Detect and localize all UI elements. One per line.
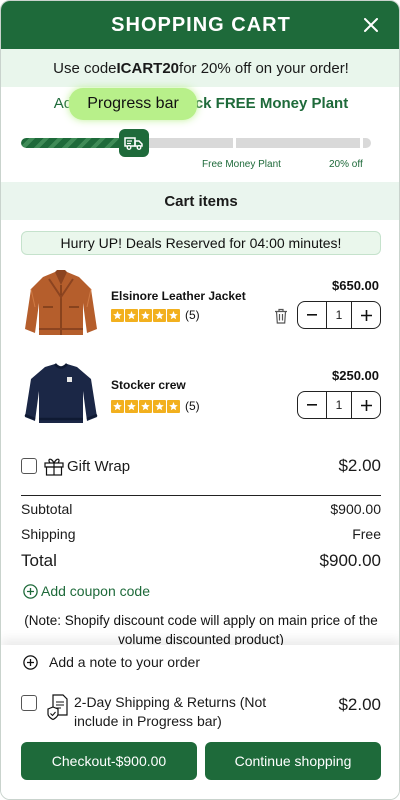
leather-jacket-image[interactable] <box>21 267 101 339</box>
star-icon <box>167 399 180 413</box>
star-icon <box>153 308 166 322</box>
discount-note: (Note: Shopify discount code will apply … <box>24 613 378 645</box>
delivery-truck-icon <box>119 129 149 157</box>
product-price: $250.00 <box>332 368 379 383</box>
cart-items-heading: Cart items <box>1 182 399 220</box>
quantity-stepper: 1 <box>297 391 381 419</box>
star-icon <box>111 399 124 413</box>
shipping-protection-price: $2.00 <box>338 695 381 714</box>
promo-suffix: for 20% off on your order! <box>179 59 349 77</box>
decrease-button[interactable] <box>298 392 326 418</box>
cart-header: SHOPPING CART <box>1 1 399 49</box>
cart-line-item: Elsinore Leather Jacket (5) $650.00 1 <box>1 263 399 343</box>
quantity-value[interactable]: 1 <box>326 392 352 418</box>
gift-wrap-checkbox[interactable] <box>21 458 37 474</box>
navy-sweater-image[interactable] <box>21 357 101 429</box>
subtotal-label: Subtotal <box>21 501 73 517</box>
progress-fill <box>21 138 126 148</box>
star-icon <box>125 308 138 322</box>
product-price: $650.00 <box>332 278 379 293</box>
total-value: $900.00 <box>319 551 381 570</box>
quantity-stepper: 1 <box>297 301 381 329</box>
gift-wrap-label: Gift Wrap <box>67 457 131 475</box>
plus-circle-icon <box>23 654 38 670</box>
cart-title: SHOPPING CART <box>111 13 291 36</box>
add-order-note-link[interactable]: Add a note to your order <box>23 654 200 670</box>
countdown-banner: Hurry UP! Deals Reserved for 04:00 minut… <box>21 231 381 255</box>
promo-prefix: Use code <box>53 59 117 77</box>
progress-milestone-tick <box>360 138 363 148</box>
review-count: (5) <box>185 399 200 413</box>
cart-drawer: SHOPPING CART Use code ICART20 for 20% o… <box>0 0 400 800</box>
decrease-button[interactable] <box>298 302 326 328</box>
star-rating: (5) <box>111 308 200 322</box>
total-row: Total $900.00 <box>21 551 381 571</box>
shipping-protection-option: 2-Day Shipping & Returns (Not include in… <box>21 691 381 733</box>
increase-button[interactable] <box>352 302 380 328</box>
milestone-label: 20% off <box>329 159 363 170</box>
shipping-protection-label: 2-Day Shipping & Returns (Not include in… <box>74 694 267 729</box>
star-icon <box>125 399 138 413</box>
increase-button[interactable] <box>352 392 380 418</box>
trash-icon[interactable] <box>274 308 288 324</box>
quantity-value[interactable]: 1 <box>326 302 352 328</box>
checkout-button[interactable]: Checkout-$900.00 <box>21 742 197 780</box>
progress-message-end: ck FREE Money Plant <box>194 95 349 112</box>
add-order-note-label: Add a note to your order <box>49 654 200 670</box>
shipping-label: Shipping <box>21 526 76 542</box>
subtotal-row: Subtotal $900.00 <box>21 501 381 517</box>
star-rating: (5) <box>111 399 200 413</box>
progress-tooltip: Progress bar <box>69 88 197 120</box>
plus-circle-icon <box>23 583 38 599</box>
shipping-protection-checkbox[interactable] <box>21 695 37 711</box>
promo-banner: Use code ICART20 for 20% off on your ord… <box>1 49 399 87</box>
review-count: (5) <box>185 308 200 322</box>
star-icon <box>153 399 166 413</box>
progress-message: Add ck FREE Money Plant <box>1 95 399 119</box>
cart-line-item: Stocker crew (5) $250.00 1 <box>1 353 399 433</box>
continue-shopping-button[interactable]: Continue shopping <box>205 742 381 780</box>
add-coupon-link[interactable]: Add coupon code <box>23 583 150 599</box>
progress-track <box>21 138 371 148</box>
gift-icon <box>43 456 65 476</box>
shield-document-icon <box>47 693 69 721</box>
add-coupon-label: Add coupon code <box>41 583 150 599</box>
gift-wrap-option: Gift Wrap $2.00 <box>21 455 381 477</box>
subtotal-value: $900.00 <box>330 501 381 517</box>
summary-divider <box>21 495 381 496</box>
gift-wrap-price: $2.00 <box>338 456 381 475</box>
star-icon <box>139 399 152 413</box>
product-name[interactable]: Elsinore Leather Jacket <box>111 289 246 303</box>
star-icon <box>111 308 124 322</box>
close-icon[interactable] <box>359 13 383 37</box>
promo-code: ICART20 <box>116 59 180 77</box>
star-icon <box>139 308 152 322</box>
star-icon <box>167 308 180 322</box>
progress-milestone-tick <box>233 138 236 148</box>
total-label: Total <box>21 551 57 570</box>
shipping-row: Shipping Free <box>21 526 381 542</box>
shipping-value: Free <box>352 526 381 542</box>
product-name[interactable]: Stocker crew <box>111 378 186 392</box>
milestone-label: Free Money Plant <box>202 159 281 170</box>
